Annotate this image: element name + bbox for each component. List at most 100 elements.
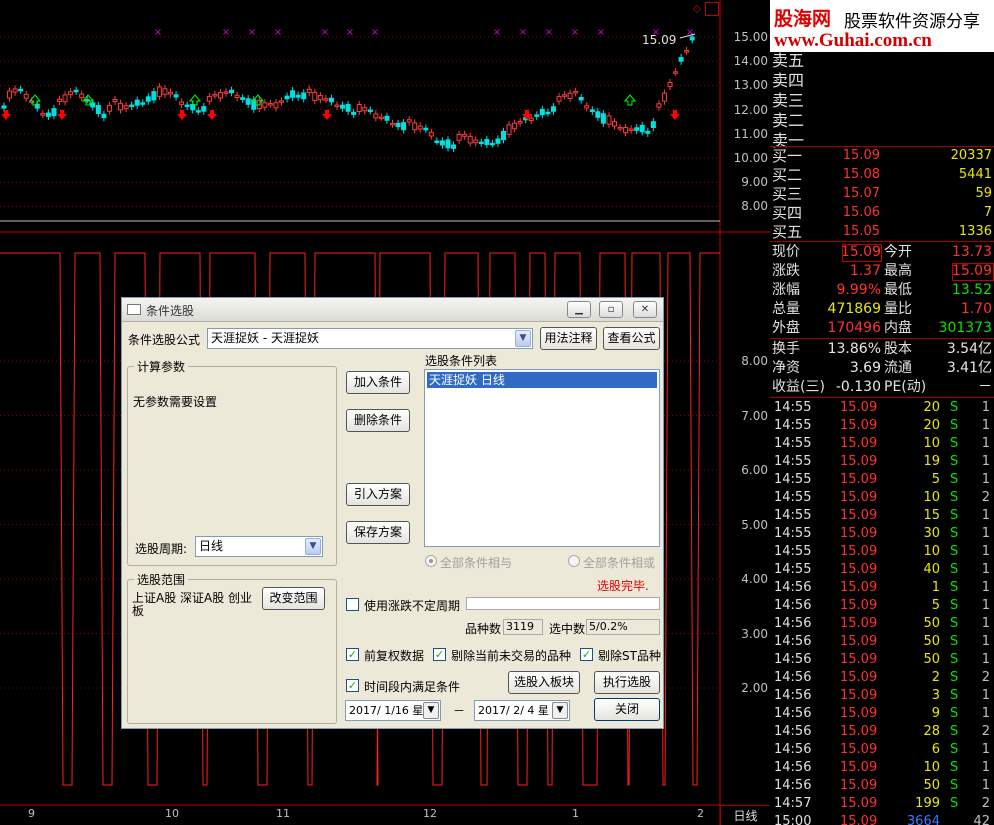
tick-row[interactable]: 14:55 15.09 20 S 1: [770, 417, 994, 435]
tick-row[interactable]: 14:56 15.09 6 S 1: [770, 741, 994, 759]
tick-time: 14:56: [774, 580, 812, 595]
tick-row[interactable]: 14:57 15.09 199 S 2: [770, 795, 994, 813]
candle-body: [162, 88, 168, 95]
candle-body: [534, 114, 540, 117]
chevron-down-icon[interactable]: ▼: [423, 702, 439, 719]
tick-row[interactable]: 14:56 15.09 9 S 1: [770, 705, 994, 723]
tick-price: 15.09: [840, 670, 878, 685]
tick-row[interactable]: 14:56 15.09 3 S 1: [770, 687, 994, 705]
period-select[interactable]: 日线 ▼: [195, 536, 323, 557]
save-scheme-button[interactable]: 保存方案: [346, 521, 410, 544]
execute-button[interactable]: 执行选股: [594, 671, 660, 694]
condition-item[interactable]: 天涯捉妖 日线: [427, 372, 657, 388]
diamond-icon[interactable]: ◇: [690, 2, 704, 16]
tick-volume: 50: [923, 634, 940, 649]
tick-row[interactable]: 14:56 15.09 50 S 1: [770, 615, 994, 633]
tick-volume: 1: [931, 580, 940, 595]
chevron-down-icon[interactable]: ▼: [305, 538, 321, 555]
view-formula-button[interactable]: 查看公式: [603, 327, 660, 350]
usage-notes-button[interactable]: 用法注释: [540, 327, 597, 350]
chevron-down-icon[interactable]: ▼: [552, 702, 568, 719]
period-condition-checkbox[interactable]: ✓: [346, 679, 359, 692]
signal-marker: ×: [493, 27, 501, 38]
tick-row[interactable]: 14:56 15.09 10 S 1: [770, 759, 994, 777]
radio-all-or-label: 全部条件相或: [583, 556, 656, 570]
candle-body: [556, 96, 562, 102]
chevron-down-icon[interactable]: ▼: [515, 330, 531, 347]
tick-count: 1: [981, 544, 990, 559]
tick-row[interactable]: 14:55 15.09 40 S 1: [770, 561, 994, 579]
date-tick-label: 1: [572, 807, 579, 820]
stat-row: 外盘 170496 内盘 301373: [770, 319, 994, 337]
candle-body: [512, 122, 518, 130]
tick-row[interactable]: 14:55 15.09 19 S 1: [770, 453, 994, 471]
tick-row[interactable]: 14:56 15.09 50 S 1: [770, 777, 994, 795]
tick-count: 1: [981, 706, 990, 721]
tick-row[interactable]: 14:55 15.09 10 S 2: [770, 489, 994, 507]
close-icon[interactable]: ✕: [633, 301, 657, 318]
dialog-title: 条件选股: [146, 304, 195, 318]
tick-row[interactable]: 14:55 15.09 30 S 1: [770, 525, 994, 543]
tick-row[interactable]: 14:55 15.09 10 S 1: [770, 435, 994, 453]
tick-row[interactable]: 14:56 15.09 2 S 2: [770, 669, 994, 687]
tick-price: 15.09: [840, 418, 878, 433]
buy-arrow-icon: [670, 110, 680, 120]
tick-row[interactable]: 14:56 15.09 50 S 1: [770, 651, 994, 669]
candle-body: [656, 103, 662, 108]
tick-row[interactable]: 14:55 15.09 10 S 1: [770, 543, 994, 561]
tick-count: 1: [981, 454, 990, 469]
import-scheme-button[interactable]: 引入方案: [346, 483, 410, 506]
candle-body: [95, 104, 101, 114]
candle-body: [506, 124, 512, 135]
exclude-st-checkbox[interactable]: ✓: [580, 648, 593, 661]
minimize-icon[interactable]: ▁: [567, 301, 591, 318]
tick-row[interactable]: 14:55 15.09 15 S 1: [770, 507, 994, 525]
close-button[interactable]: 关闭: [594, 698, 660, 721]
candle-body: [23, 93, 29, 99]
period-tab[interactable]: 日线: [720, 805, 770, 825]
uncertain-period-checkbox[interactable]: [346, 598, 359, 611]
condition-stock-picker-dialog: 条件选股 ▁ ▫ ✕ 条件选股公式 天涯捉妖 - 天涯捉妖 ▼ 用法注释 查看公…: [121, 297, 664, 729]
status-text: 选股完毕.: [597, 579, 649, 593]
dialog-titlebar[interactable]: 条件选股 ▁ ▫ ✕: [122, 298, 663, 322]
candle-body: [401, 122, 407, 131]
price-tick-label: 10.00: [733, 151, 768, 165]
candle-body: [428, 131, 434, 137]
tick-row[interactable]: 15:00 15.09 3664 42: [770, 813, 994, 825]
delete-condition-button[interactable]: 删除条件: [346, 409, 410, 432]
tick-price: 15.09: [840, 562, 878, 577]
add-condition-button[interactable]: 加入条件: [346, 371, 410, 394]
tick-count: 1: [981, 616, 990, 631]
candle-body: [168, 91, 173, 95]
formula-select[interactable]: 天涯捉妖 - 天涯捉妖 ▼: [207, 328, 533, 349]
tick-row[interactable]: 14:55 15.09 5 S 1: [770, 471, 994, 489]
radio-all-and[interactable]: [425, 555, 437, 567]
minimize-chart-icon[interactable]: [705, 2, 719, 16]
tick-row[interactable]: 14:56 15.09 1 S 1: [770, 579, 994, 597]
date-from-picker[interactable]: 2017/ 1/16 星 ▼: [345, 700, 441, 721]
tick-price: 15.09: [840, 472, 878, 487]
tick-flag: S: [950, 508, 959, 523]
candle-body: [68, 91, 74, 96]
candle-body: [528, 117, 534, 121]
candle-body: [417, 125, 423, 130]
logo-slogan: 股票软件资源分享: [844, 12, 980, 32]
maximize-icon[interactable]: ▫: [599, 301, 623, 318]
exclude-untraded-checkbox[interactable]: ✓: [433, 648, 446, 661]
tick-row[interactable]: 14:56 15.09 5 S 1: [770, 597, 994, 615]
divider: [770, 397, 994, 398]
add-to-block-button[interactable]: 选股入板块: [508, 671, 580, 694]
tick-flag: S: [950, 436, 959, 451]
change-scope-button[interactable]: 改变范围: [262, 587, 325, 610]
tick-row[interactable]: 14:56 15.09 50 S 1: [770, 633, 994, 651]
logo-url: www.Guhai.com.cn: [774, 30, 932, 51]
tick-row[interactable]: 14:56 15.09 28 S 2: [770, 723, 994, 741]
tick-row[interactable]: 14:55 15.09 20 S 1: [770, 399, 994, 417]
date-to-picker[interactable]: 2017/ 2/ 4 星 ▼: [474, 700, 570, 721]
candle-body: [412, 122, 418, 131]
radio-all-or[interactable]: [568, 555, 580, 567]
condition-list[interactable]: 天涯捉妖 日线: [424, 369, 660, 547]
stat-value-2: 301373: [938, 320, 992, 336]
adjusted-data-checkbox[interactable]: ✓: [346, 648, 359, 661]
tick-price: 15.09: [840, 778, 878, 793]
